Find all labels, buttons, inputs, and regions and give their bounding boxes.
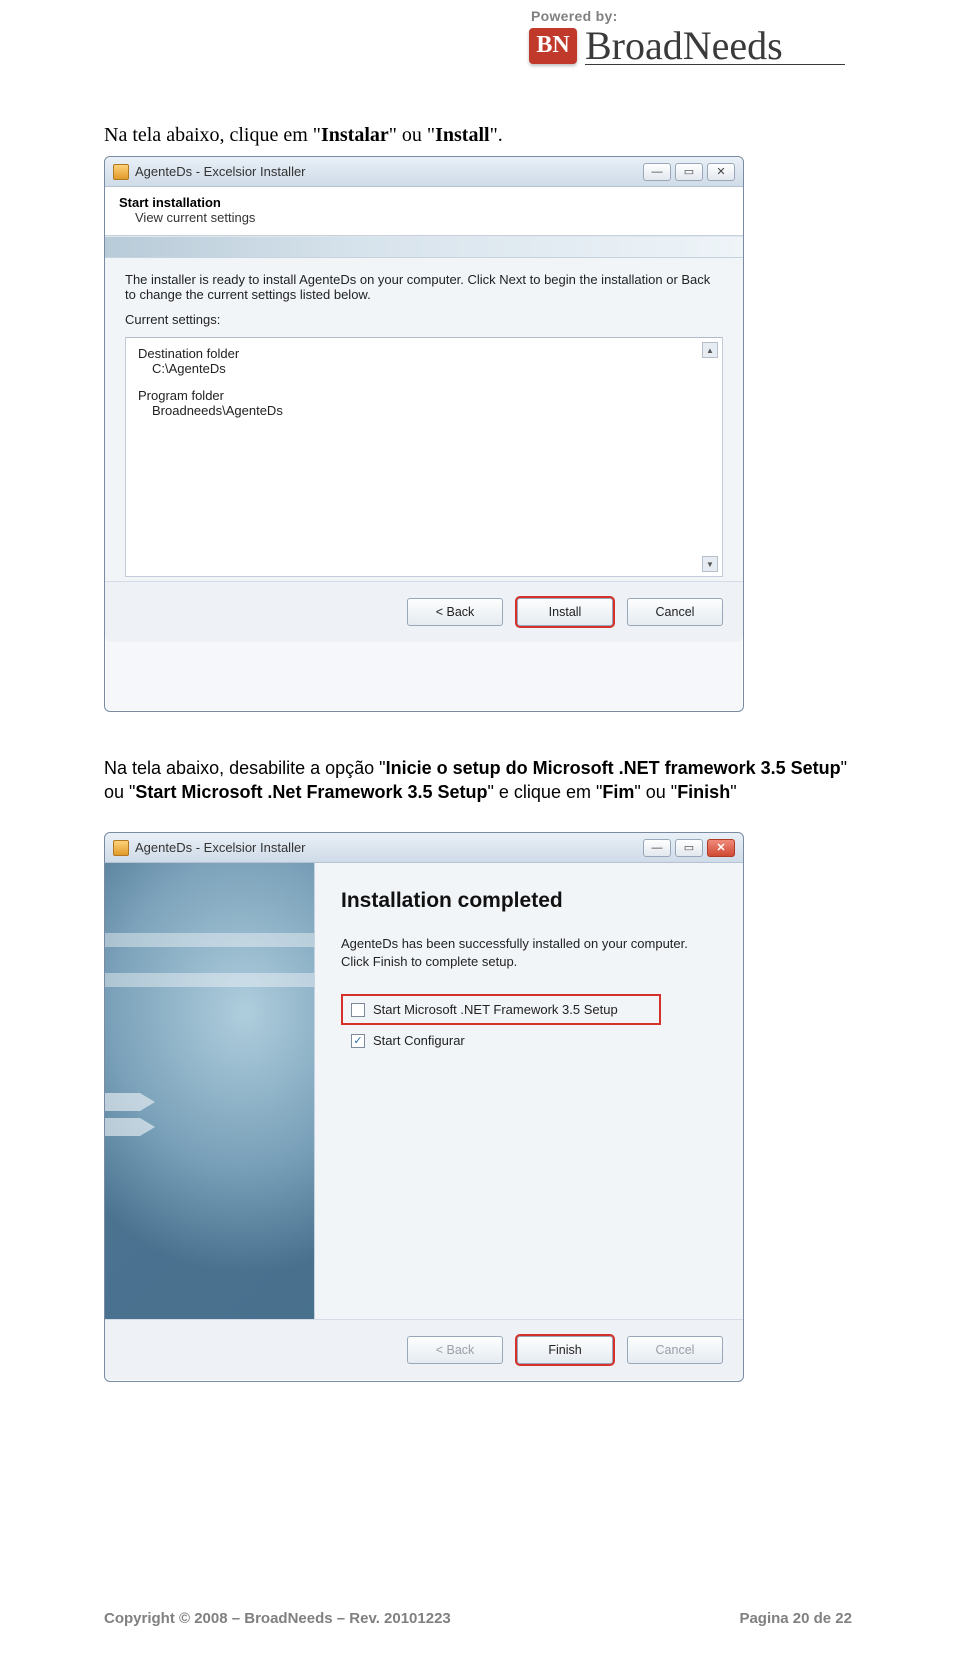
cancel-button[interactable]: Cancel (627, 598, 723, 626)
decorative-strip (105, 236, 743, 258)
destination-folder-label: Destination folder (138, 346, 710, 361)
current-settings-label: Current settings: (125, 312, 723, 327)
text: ". (490, 124, 503, 146)
bn-badge-text: BN (536, 32, 569, 59)
scroll-down-icon[interactable]: ▼ (702, 556, 718, 572)
text: " ou " (389, 124, 435, 146)
arrow-icon (105, 1093, 155, 1111)
destination-folder-value: C:\AgenteDs (138, 361, 710, 376)
instruction-paragraph-1: Na tela abaixo, clique em "Instalar" ou … (104, 124, 503, 147)
installer-window-start: AgenteDs - Excelsior Installer — ▭ ✕ Sta… (104, 156, 744, 712)
close-button[interactable]: ✕ (707, 163, 735, 181)
window-controls: — ▭ ✕ (643, 163, 735, 181)
window-title: AgenteDs - Excelsior Installer (135, 840, 637, 855)
minimize-button[interactable]: — (643, 839, 671, 857)
text: " ou " (634, 782, 677, 802)
close-button[interactable]: ✕ (707, 839, 735, 857)
installer-window-completed: AgenteDs - Excelsior Installer — ▭ ✕ Ins… (104, 832, 744, 1382)
button-row: < Back Install Cancel (105, 581, 743, 642)
installer-main: Installation completed AgenteDs has been… (105, 863, 743, 1319)
brand-name: BroadNeeds (585, 26, 845, 66)
cancel-button: Cancel (627, 1336, 723, 1364)
page-number: Pagina 20 de 22 (739, 1610, 852, 1627)
window-controls: — ▭ ✕ (643, 839, 735, 857)
installer-body: The installer is ready to install Agente… (105, 258, 743, 581)
checkbox-icon[interactable] (351, 1003, 365, 1017)
maximize-button[interactable]: ▭ (675, 163, 703, 181)
install-button[interactable]: Install (517, 598, 613, 626)
app-icon (113, 840, 129, 856)
program-folder-label: Program folder (138, 388, 710, 403)
installer-header-subtitle: View current settings (119, 210, 729, 225)
sidebar-graphic (105, 863, 315, 1319)
start-configurar-option[interactable]: ✓ Start Configurar (341, 1027, 717, 1054)
completed-description: AgenteDs has been successfully installed… (341, 935, 717, 970)
maximize-button[interactable]: ▭ (675, 839, 703, 857)
button-row: < Back Finish Cancel (105, 1319, 743, 1380)
text-bold: Finish (677, 782, 730, 802)
text-bold: Install (435, 124, 489, 146)
checkbox-label: Start Microsoft .NET Framework 3.5 Setup (373, 1002, 618, 1017)
settings-listbox[interactable]: ▲ Destination folder C:\AgenteDs Program… (125, 337, 723, 577)
instruction-paragraph-2: Na tela abaixo, desabilite a opção "Inic… (104, 756, 850, 805)
program-folder-value: Broadneeds\AgenteDs (138, 403, 710, 418)
content-column: Installation completed AgenteDs has been… (315, 863, 743, 1319)
page-footer: Copyright © 2008 – BroadNeeds – Rev. 201… (104, 1610, 852, 1627)
titlebar[interactable]: AgenteDs - Excelsior Installer — ▭ ✕ (105, 157, 743, 187)
installer-header: Start installation View current settings (105, 187, 743, 236)
text-bold: Inicie o setup do Microsoft .NET framewo… (386, 758, 841, 778)
app-icon (113, 164, 129, 180)
text-bold: Start Microsoft .Net Framework 3.5 Setup (135, 782, 487, 802)
back-button[interactable]: < Back (407, 598, 503, 626)
start-net-framework-option[interactable]: Start Microsoft .NET Framework 3.5 Setup (341, 994, 661, 1025)
text-bold: Instalar (321, 124, 389, 146)
back-button: < Back (407, 1336, 503, 1364)
text-bold: Fim (602, 782, 634, 802)
window-title: AgenteDs - Excelsior Installer (135, 164, 637, 179)
installer-ready-text: The installer is ready to install Agente… (125, 272, 723, 302)
powered-by-label: Powered by: (531, 8, 845, 24)
copyright-text: Copyright © 2008 – BroadNeeds – Rev. 201… (104, 1610, 451, 1627)
titlebar[interactable]: AgenteDs - Excelsior Installer — ▭ ✕ (105, 833, 743, 863)
finish-button[interactable]: Finish (517, 1336, 613, 1364)
arrow-icon (105, 1118, 155, 1136)
scroll-up-icon[interactable]: ▲ (702, 342, 718, 358)
completed-heading: Installation completed (341, 889, 717, 913)
checkbox-icon[interactable]: ✓ (351, 1034, 365, 1048)
checkbox-label: Start Configurar (373, 1033, 465, 1048)
text: Na tela abaixo, desabilite a opção " (104, 758, 386, 778)
installer-header-title: Start installation (119, 195, 729, 210)
brand-logo: BN BroadNeeds (529, 26, 845, 65)
text: " e clique em " (488, 782, 603, 802)
page-header: Powered by: BN BroadNeeds (529, 8, 845, 65)
bn-badge-icon: BN (529, 28, 577, 64)
text: Na tela abaixo, clique em " (104, 124, 321, 146)
minimize-button[interactable]: — (643, 163, 671, 181)
text: " (730, 782, 736, 802)
